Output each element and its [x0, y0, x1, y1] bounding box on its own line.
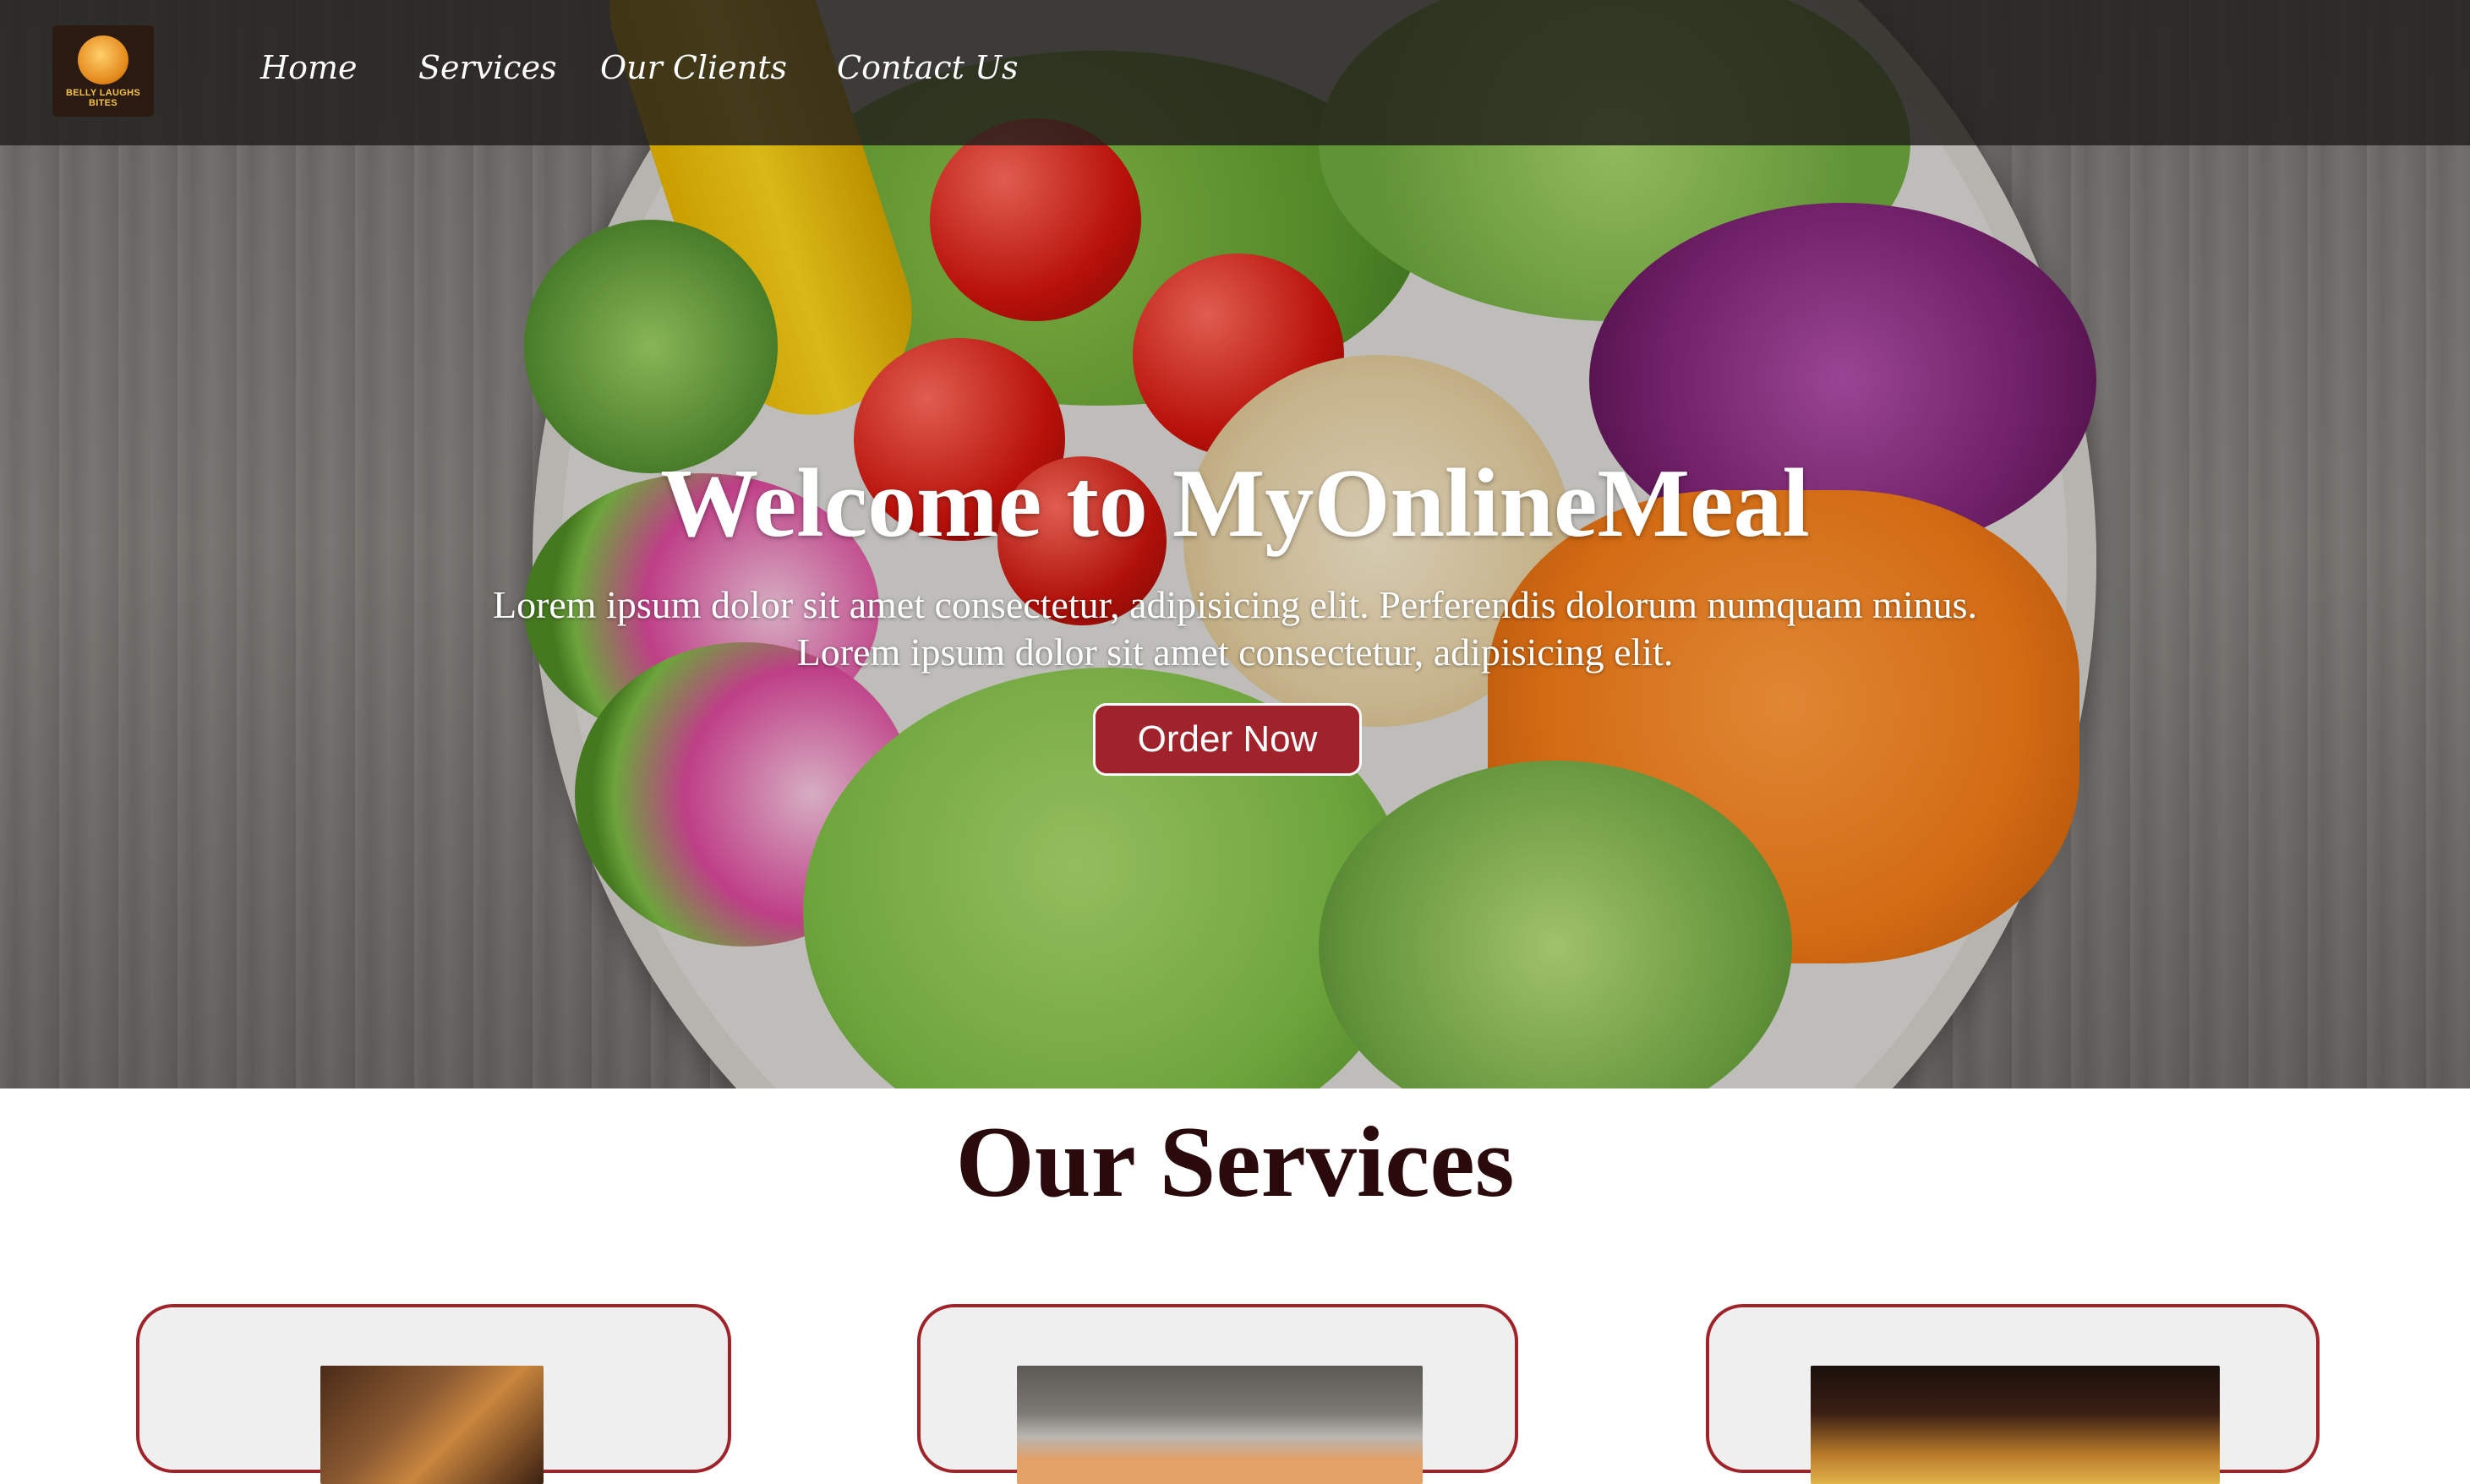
hero-subtitle: Lorem ipsum dolor sit amet consectetur, …: [0, 581, 2470, 676]
service-card-image: [1811, 1366, 2220, 1484]
service-card[interactable]: [917, 1304, 1518, 1484]
logo-mascot-icon: [78, 35, 128, 85]
hero-section: Welcome to MyOnlineMeal Lorem ipsum dolo…: [0, 0, 2470, 1088]
navbar: BELLY LAUGHS BITES Home Services Our Cli…: [0, 0, 2470, 145]
service-card-image: [1017, 1366, 1423, 1484]
nav-link-services[interactable]: Services: [418, 49, 557, 86]
service-card[interactable]: [136, 1304, 731, 1484]
nav-link-contact-us[interactable]: Contact Us: [837, 49, 1019, 86]
logo-text: BELLY LAUGHS BITES: [66, 88, 140, 108]
hero-title: Welcome to MyOnlineMeal: [660, 450, 1810, 558]
logo[interactable]: BELLY LAUGHS BITES: [52, 25, 154, 117]
service-card-image: [320, 1366, 544, 1484]
hero-subtitle-line-1: Lorem ipsum dolor sit amet consectetur, …: [492, 583, 1978, 626]
nav-link-our-clients[interactable]: Our Clients: [600, 49, 787, 86]
services-heading: Our Services: [955, 1105, 1515, 1218]
order-now-button[interactable]: Order Now: [1093, 703, 1362, 776]
hero-subtitle-line-2: Lorem ipsum dolor sit amet consectetur, …: [796, 630, 1674, 674]
nav-link-home[interactable]: Home: [260, 49, 358, 86]
service-card[interactable]: [1706, 1304, 2320, 1484]
